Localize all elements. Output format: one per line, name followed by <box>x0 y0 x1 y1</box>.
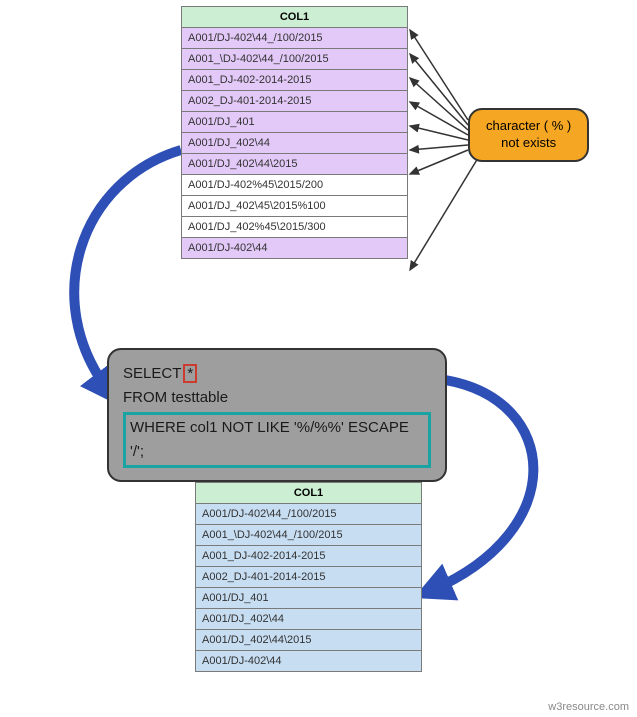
sql-star-box: * <box>183 364 197 383</box>
table-row: A001/DJ-402%45\2015/200 <box>182 175 408 196</box>
table-row: A001/DJ-402\44_/100/2015 <box>196 504 422 525</box>
table-row: A001/DJ-402\44 <box>196 651 422 672</box>
table-row: A001/DJ_401 <box>196 588 422 609</box>
callout-line1: character ( % ) <box>486 118 571 135</box>
table-row: A001/DJ_402\45\2015%100 <box>182 196 408 217</box>
table-row: A001/DJ_402%45\2015/300 <box>182 217 408 238</box>
source-table-header: COL1 <box>182 7 408 28</box>
table-row: A001/DJ-402\44 <box>182 238 408 259</box>
sql-select-line: SELECT* <box>123 362 431 386</box>
table-row: A001/DJ-402\44_/100/2015 <box>182 28 408 49</box>
sql-table-name: testtable <box>171 389 228 406</box>
table-row: A001/DJ_402\44\2015 <box>182 154 408 175</box>
result-table-header: COL1 <box>196 483 422 504</box>
result-table: COL1 A001/DJ-402\44_/100/2015 A001_\DJ-4… <box>195 482 422 672</box>
source-table: COL1 A001/DJ-402\44_/100/2015 A001_\DJ-4… <box>181 6 408 259</box>
sql-box: SELECT* FROM testtable WHERE col1 NOT LI… <box>107 348 447 482</box>
sql-where-line-wrap: WHERE col1 NOT LIKE '%/%%' ESCAPE '/'; <box>123 410 431 468</box>
sql-select-kw: SELECT <box>123 365 181 382</box>
sql-where-clause: WHERE col1 NOT LIKE '%/%%' ESCAPE '/'; <box>123 412 431 468</box>
table-row: A001/DJ_402\44 <box>182 133 408 154</box>
table-row: A001/DJ_402\44 <box>196 609 422 630</box>
table-row: A001_DJ-402-2014-2015 <box>196 546 422 567</box>
diagram-canvas: COL1 A001/DJ-402\44_/100/2015 A001_\DJ-4… <box>0 0 637 717</box>
callout-note: character ( % ) not exists <box>468 108 589 162</box>
sql-from-line: FROM testtable <box>123 386 431 410</box>
table-row: A001_DJ-402-2014-2015 <box>182 70 408 91</box>
table-row: A001_\DJ-402\44_/100/2015 <box>196 525 422 546</box>
sql-from-kw: FROM <box>123 389 167 406</box>
callout-line2: not exists <box>486 135 571 152</box>
table-row: A001_\DJ-402\44_/100/2015 <box>182 49 408 70</box>
table-row: A001/DJ_402\44\2015 <box>196 630 422 651</box>
table-row: A002_DJ-401-2014-2015 <box>196 567 422 588</box>
table-row: A001/DJ_401 <box>182 112 408 133</box>
watermark: w3resource.com <box>548 701 629 713</box>
table-row: A002_DJ-401-2014-2015 <box>182 91 408 112</box>
